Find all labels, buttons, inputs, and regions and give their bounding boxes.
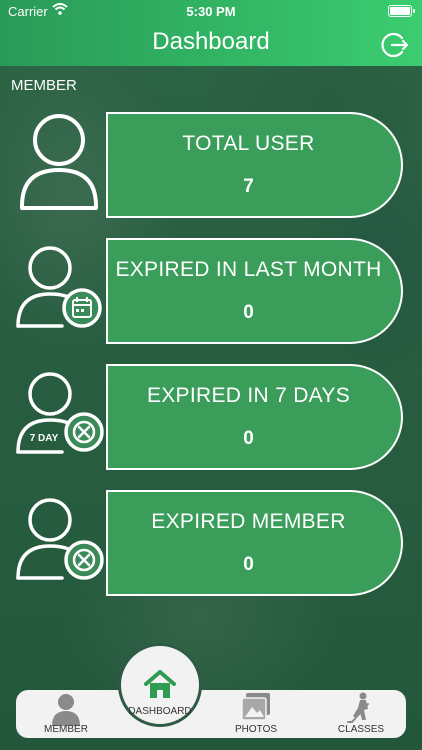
card-title: EXPIRED IN 7 DAYS — [146, 384, 351, 407]
home-icon — [144, 670, 176, 698]
seven-day-badge: 7 DAY — [30, 433, 59, 444]
tab-bar: MEMBER PHOTOS CLASSES — [16, 690, 406, 738]
user-icon — [52, 694, 80, 726]
stat-row-expired-last-month[interactable]: EXPIRED IN LAST MONTH 0 — [0, 238, 422, 346]
card-value: 0 — [243, 554, 254, 575]
tab-photos[interactable]: PHOTOS — [206, 690, 306, 738]
header-bar: Carrier 5:30 PM Dashboard — [0, 0, 422, 66]
tab-label: MEMBER — [44, 724, 88, 735]
total-user-card[interactable]: TOTAL USER 7 — [106, 112, 403, 218]
logout-button[interactable] — [380, 30, 410, 60]
user-7day-icon: 7 DAY — [14, 364, 104, 472]
tab-classes[interactable]: CLASSES — [316, 690, 406, 738]
clock: 5:30 PM — [186, 4, 236, 19]
stat-row-total-user[interactable]: TOTAL USER 7 — [0, 112, 422, 220]
user-calendar-icon — [14, 238, 104, 346]
tab-dashboard[interactable]: DASHBOARD — [118, 643, 202, 727]
hockey-player-icon — [347, 692, 369, 723]
tab-label: PHOTOS — [234, 724, 278, 735]
expired-7-days-card[interactable]: EXPIRED IN 7 DAYS 0 — [106, 364, 403, 470]
expired-member-card[interactable]: EXPIRED MEMBER 0 — [106, 490, 403, 596]
card-title: EXPIRED MEMBER — [151, 510, 346, 533]
card-value: 7 — [243, 176, 254, 197]
tab-label: DASHBOARD — [128, 706, 192, 717]
stat-row-expired-member[interactable]: EXPIRED MEMBER 0 — [0, 490, 422, 598]
status-bar: Carrier 5:30 PM — [0, 0, 422, 22]
card-value: 0 — [243, 302, 254, 323]
logout-icon — [381, 32, 409, 58]
card-title: TOTAL USER — [182, 132, 315, 155]
page-title: Dashboard — [152, 28, 270, 55]
stat-row-expired-7-days[interactable]: 7 DAY EXPIRED IN 7 DAYS 0 — [0, 364, 422, 472]
section-label: MEMBER — [11, 77, 77, 94]
photos-icon — [241, 693, 270, 721]
card-title: EXPIRED IN LAST MONTH — [115, 258, 382, 281]
card-value: 0 — [243, 428, 254, 449]
expired-last-month-card[interactable]: EXPIRED IN LAST MONTH 0 — [106, 238, 403, 344]
user-icon — [14, 112, 104, 220]
user-expired-icon — [14, 490, 104, 598]
battery-icon — [388, 5, 415, 17]
tab-member[interactable]: MEMBER — [16, 690, 116, 738]
tab-label: CLASSES — [337, 724, 385, 735]
